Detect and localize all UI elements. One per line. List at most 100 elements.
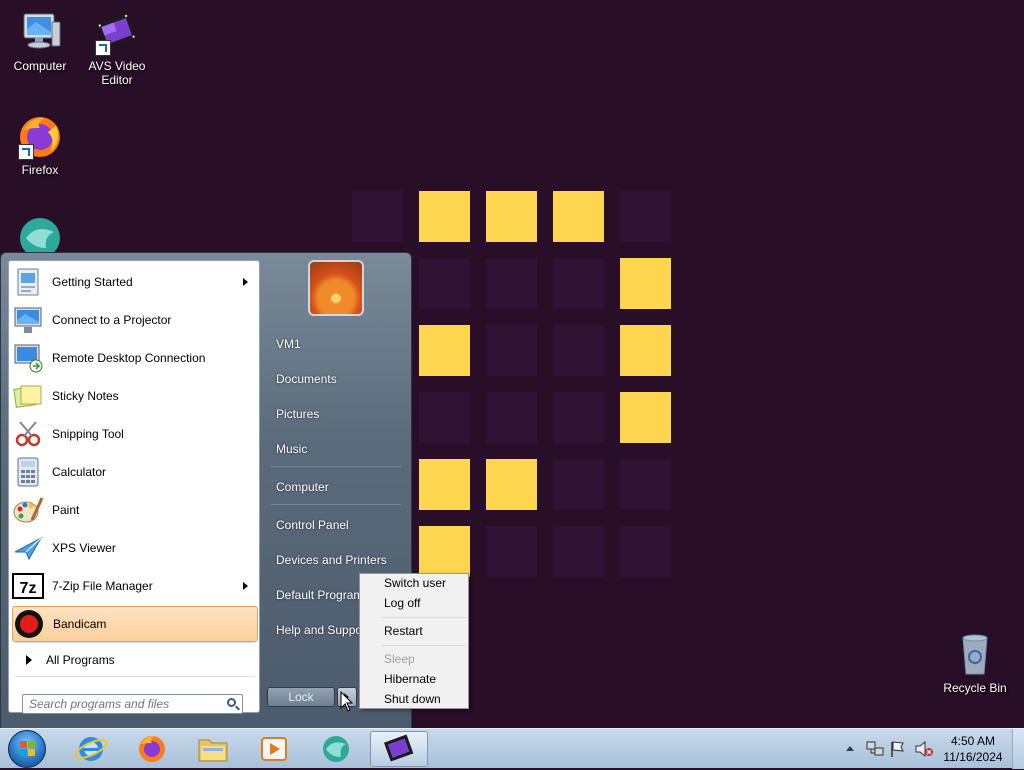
wallpaper-tile-dark — [620, 459, 671, 510]
menu-item-switch-user[interactable]: Switch user — [384, 576, 446, 590]
start-right-item-computer[interactable]: Computer — [276, 480, 329, 494]
start-right-item-documents[interactable]: Documents — [276, 372, 337, 386]
projector-icon — [12, 304, 44, 336]
wallpaper-tile-dark — [553, 325, 604, 376]
search-icon[interactable] — [227, 698, 236, 707]
taskbar-clock[interactable]: 4:50 AM 11/16/2024 — [940, 733, 1006, 765]
green-app-icon — [16, 214, 64, 254]
start-search-box[interactable] — [22, 694, 243, 714]
start-button[interactable] — [8, 730, 46, 768]
firefox-icon — [139, 736, 165, 762]
program-label: Sticky Notes — [52, 389, 119, 403]
media-player-icon — [261, 737, 287, 761]
desktop-icon-firefox[interactable]: Firefox — [0, 112, 80, 177]
wallpaper-tile-dark — [620, 526, 671, 577]
file-explorer-icon — [198, 739, 228, 762]
taskbar-file-explorer[interactable] — [188, 731, 238, 767]
all-programs-button[interactable]: All Programs — [12, 648, 258, 672]
desktop-icon-computer[interactable]: Computer — [0, 8, 80, 73]
menu-item-sleep: Sleep — [384, 652, 415, 666]
clock-time: 4:50 AM — [950, 734, 996, 748]
wallpaper-tile-dark — [486, 325, 537, 376]
program-item-paint[interactable]: Paint — [12, 492, 258, 528]
wallpaper-tile-dark — [553, 526, 604, 577]
wallpaper-tile-lit — [419, 459, 470, 510]
7zip-icon: 7z — [12, 570, 44, 602]
program-item-projector[interactable]: Connect to a Projector — [12, 302, 258, 338]
menu-item-shut-down[interactable]: Shut down — [384, 692, 441, 706]
desktop-icon-label: Computer — [13, 59, 67, 73]
start-right-item-pictures[interactable]: Pictures — [276, 407, 319, 421]
program-label: 7-Zip File Manager — [52, 579, 153, 593]
submenu-arrow-icon — [243, 278, 248, 286]
show-hidden-icons-icon[interactable] — [845, 744, 855, 752]
recycle-bin-icon — [951, 630, 999, 678]
calculator-icon — [12, 456, 44, 488]
program-item-xps-viewer[interactable]: XPS Viewer — [12, 530, 258, 566]
desktop-icon-label: Editor — [101, 73, 133, 87]
program-item-bandicam[interactable]: Bandicam — [12, 606, 258, 642]
wallpaper-tile-dark — [419, 258, 470, 309]
program-item-getting-started[interactable]: Getting Started — [12, 264, 258, 300]
wallpaper-tile-lit — [620, 392, 671, 443]
wallpaper-tile-dark — [553, 258, 604, 309]
taskbar-avs-video-editor[interactable] — [370, 731, 428, 767]
green-app-icon — [323, 736, 349, 762]
wallpaper-tile-lit — [553, 191, 604, 242]
program-item-snipping-tool[interactable]: Snipping Tool — [12, 416, 258, 452]
desktop-icon-label: Recycle Bin — [943, 681, 1007, 695]
program-label: Snipping Tool — [52, 427, 124, 441]
program-item-calculator[interactable]: Calculator — [12, 454, 258, 490]
desktop-icon-avs-video-editor[interactable]: AVS Video Editor — [77, 8, 157, 87]
start-menu-program-list: Getting Started Connect to a Projector Rem… — [8, 260, 260, 714]
separator — [271, 504, 401, 505]
program-label: Remote Desktop Connection — [52, 351, 206, 365]
mouse-cursor-icon — [340, 691, 354, 712]
search-input[interactable] — [29, 697, 209, 711]
start-right-item-vm1[interactable]: VM1 — [276, 337, 301, 351]
taskbar-green-app[interactable] — [311, 731, 361, 767]
program-item-sticky-notes[interactable]: Sticky Notes — [12, 378, 258, 414]
start-right-item-music[interactable]: Music — [276, 442, 307, 456]
computer-icon — [16, 8, 64, 56]
wallpaper-tile-lit — [620, 325, 671, 376]
action-center-flag-icon[interactable] — [890, 740, 906, 758]
wallpaper-tile-dark — [486, 392, 537, 443]
program-item-7zip[interactable]: 7z 7-Zip File Manager — [12, 568, 258, 604]
desktop-icon-recycle-bin[interactable]: Recycle Bin — [935, 630, 1015, 695]
wallpaper-tile-dark — [486, 258, 537, 309]
paint-icon — [12, 494, 44, 526]
start-right-item-default-programs[interactable]: Default Programs — [276, 588, 369, 602]
program-label: Connect to a Projector — [52, 313, 172, 327]
start-menu: Getting Started Connect to a Projector Rem… — [0, 252, 412, 729]
lock-button[interactable]: Lock — [267, 687, 335, 707]
taskbar-internet-explorer[interactable] — [66, 731, 116, 767]
program-label: Getting Started — [52, 275, 133, 289]
taskbar-firefox[interactable] — [127, 731, 177, 767]
user-account-picture[interactable] — [308, 260, 364, 316]
desktop-icon-green-app[interactable] — [0, 214, 80, 254]
wallpaper-tile-dark — [352, 191, 403, 242]
menu-item-log-off[interactable]: Log off — [384, 596, 420, 610]
desktop-icon-label: Firefox — [21, 163, 59, 177]
wallpaper-tile-dark — [553, 459, 604, 510]
xps-viewer-icon — [12, 532, 44, 564]
start-right-item-devices-and-printers[interactable]: Devices and Printers — [276, 553, 387, 567]
wallpaper-tile-lit — [486, 459, 537, 510]
start-right-item-help-and-support[interactable]: Help and Support — [276, 623, 369, 637]
remote-desktop-icon — [12, 342, 44, 374]
wallpaper-tile-lit — [486, 191, 537, 242]
network-icon[interactable] — [866, 740, 884, 758]
program-item-remote-desktop[interactable]: Remote Desktop Connection — [12, 340, 258, 376]
bandicam-icon — [13, 608, 45, 640]
power-options-menu: Switch user Log off Restart Sleep Hibern… — [359, 573, 469, 709]
taskbar-media-player[interactable] — [249, 731, 299, 767]
program-label: Bandicam — [53, 617, 107, 631]
wallpaper-tile-lit — [419, 526, 470, 577]
volume-muted-icon[interactable] — [914, 740, 934, 758]
show-desktop-button[interactable] — [1012, 729, 1024, 769]
start-right-item-control-panel[interactable]: Control Panel — [276, 518, 349, 532]
menu-item-restart[interactable]: Restart — [384, 624, 423, 638]
menu-item-hibernate[interactable]: Hibernate — [384, 672, 436, 686]
internet-explorer-icon — [74, 737, 108, 761]
